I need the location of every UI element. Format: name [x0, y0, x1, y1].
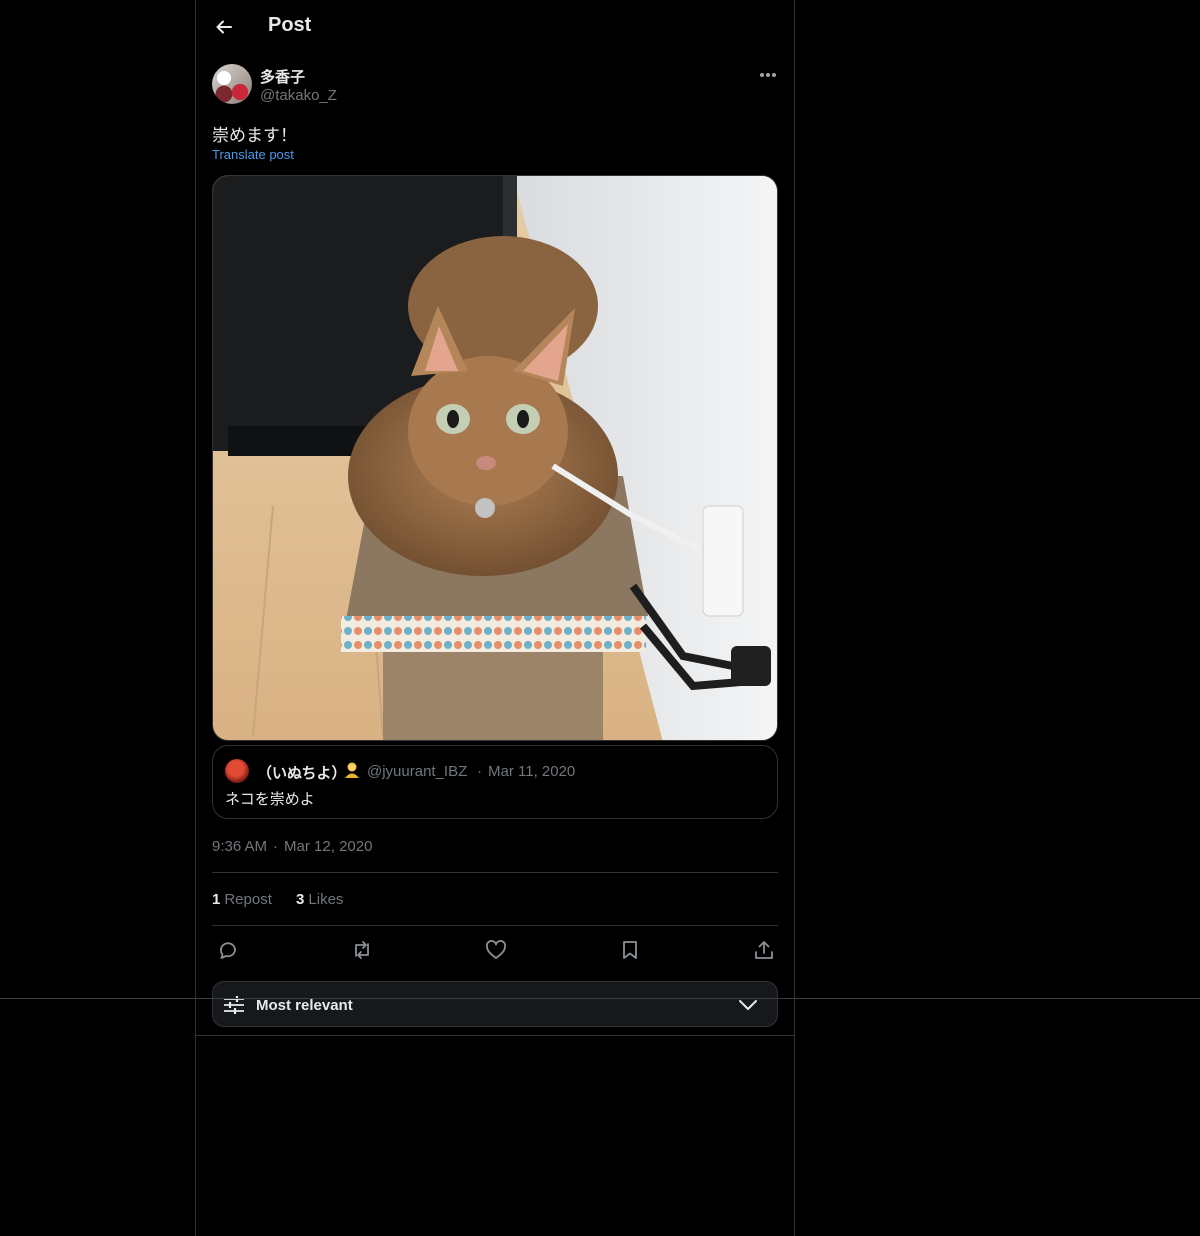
heart-icon — [486, 940, 506, 959]
quoted-author-handle: @jyuurant_IBZ — [367, 763, 468, 780]
bookmark-icon — [623, 941, 637, 959]
divider — [212, 872, 778, 873]
sort-label: Most relevant — [256, 997, 353, 1014]
likes-label: Likes — [308, 891, 344, 908]
back-button[interactable] — [208, 11, 240, 43]
bookmark-button[interactable] — [616, 936, 644, 964]
more-options-button[interactable] — [756, 63, 780, 87]
author-handle[interactable]: @takako_Z — [260, 87, 337, 104]
author-avatar[interactable] — [212, 64, 252, 104]
quoted-author-name: （いぬちよ） — [257, 765, 347, 782]
quoted-date: Mar 11, 2020 — [488, 763, 576, 780]
quoted-text: ネコを崇めよ — [225, 791, 315, 808]
post-date: Mar 12, 2020 — [284, 838, 373, 855]
divider — [196, 1035, 794, 1036]
header: Post — [196, 0, 794, 54]
reply-button[interactable] — [214, 936, 242, 964]
repost-button[interactable] — [348, 936, 376, 964]
like-button[interactable] — [482, 936, 510, 964]
post-timestamp[interactable]: 9:36 AM · Mar 12, 2020 — [212, 838, 378, 855]
repost-icon — [355, 941, 369, 959]
page: Post 多香子 @takako_Z 崇めます！ Translate post — [0, 0, 1200, 1236]
reply-sort-dropdown[interactable]: Most relevant — [212, 981, 778, 1027]
quoted-post[interactable]: （いぬちよ） @jyuurant_IBZ · Mar 11, 2020 ネコを崇… — [212, 745, 778, 819]
author-name[interactable]: 多香子 — [260, 66, 305, 87]
quoted-separator: · — [477, 763, 482, 780]
post-image[interactable] — [212, 175, 778, 741]
likes-count: 3 — [296, 891, 305, 908]
more-horizontal-icon — [760, 73, 776, 77]
reposts-stat[interactable]: 1 Repost — [212, 891, 272, 908]
person-emoji-icon — [345, 762, 359, 778]
share-icon — [755, 941, 773, 959]
quoted-avatar — [225, 759, 249, 783]
arrow-left-icon — [216, 20, 232, 34]
chevron-down-icon — [739, 1000, 757, 1010]
reposts-count: 1 — [212, 891, 221, 908]
cat-photo — [213, 176, 777, 740]
post-stats: 1 Repost 3 Likes — [212, 891, 363, 908]
post-text: 崇めます！ — [212, 126, 297, 145]
likes-stat[interactable]: 3 Likes — [296, 891, 343, 908]
post-column: Post 多香子 @takako_Z 崇めます！ Translate post — [195, 0, 795, 1236]
post-time: 9:36 AM — [212, 838, 268, 855]
page-title: Post — [268, 14, 312, 36]
timestamp-separator: · — [273, 838, 279, 855]
sliders-icon — [224, 996, 244, 1014]
translate-post-link[interactable]: Translate post — [212, 147, 294, 162]
reply-icon — [220, 942, 236, 959]
divider — [212, 925, 778, 926]
share-button[interactable] — [750, 936, 778, 964]
reposts-label: Repost — [224, 891, 272, 908]
